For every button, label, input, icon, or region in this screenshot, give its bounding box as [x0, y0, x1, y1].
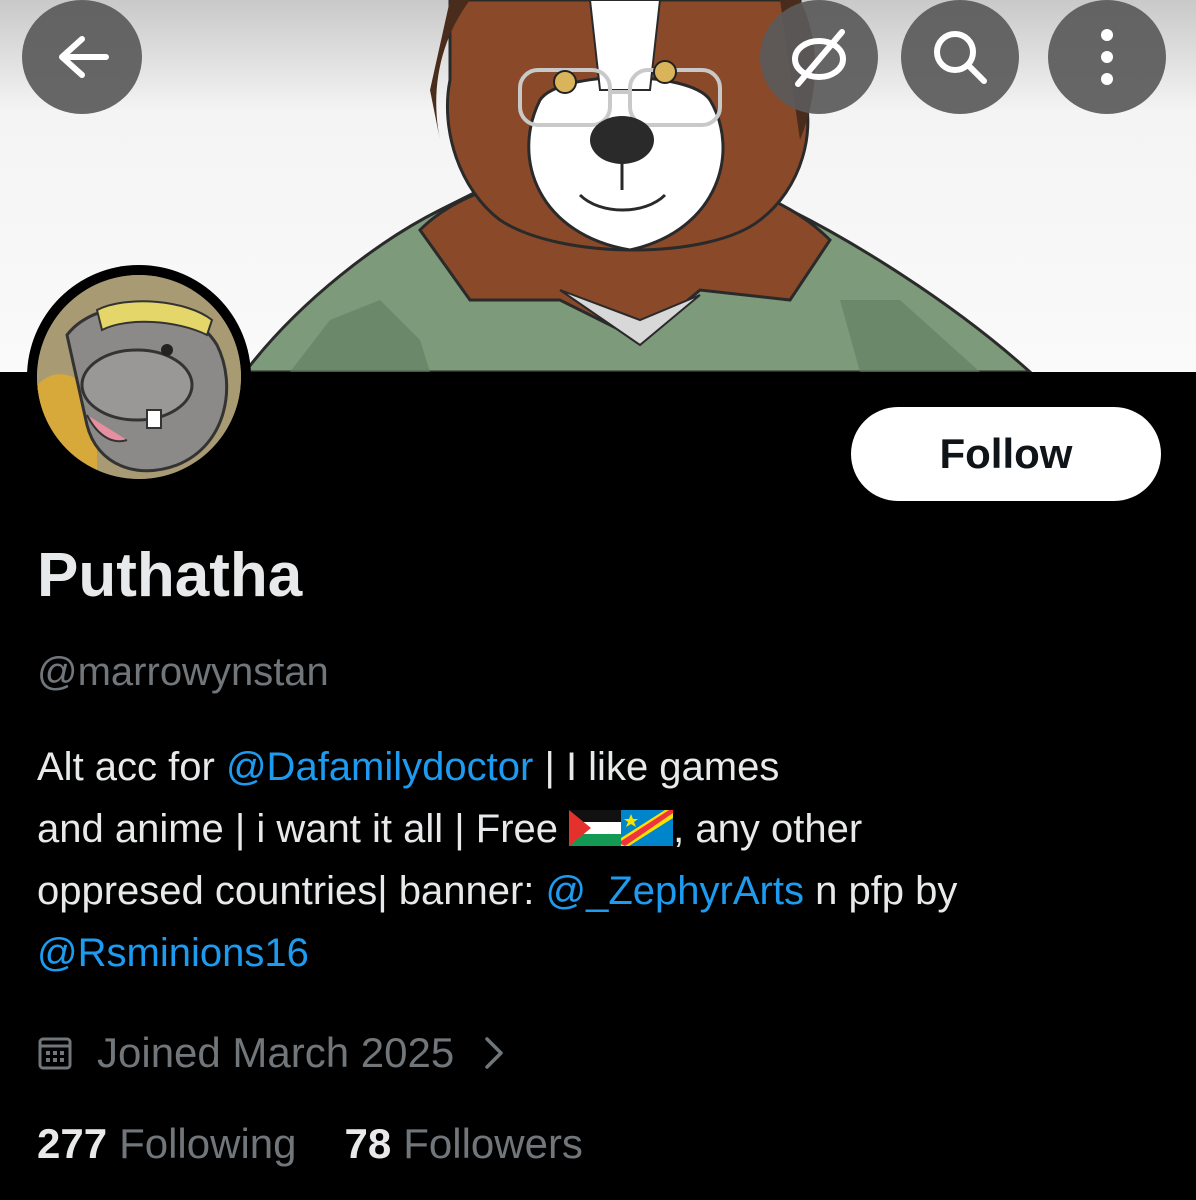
bio-line: oppresed countries| banner: @_ZephyrArts… — [37, 860, 1167, 922]
hide-toggle-button[interactable] — [760, 0, 878, 114]
search-icon — [934, 31, 987, 84]
following-link[interactable]: 277 Following — [37, 1120, 297, 1168]
bio-line: Alt acc for @Dafamilydoctor | I like gam… — [37, 736, 1167, 798]
bio-text: oppresed countries| banner: — [37, 869, 546, 913]
palestine-flag-icon — [569, 810, 622, 846]
followers-link[interactable]: 78 Followers — [345, 1120, 583, 1168]
follow-button[interactable]: Follow — [851, 407, 1161, 501]
bio-line: and anime | i want it all | Free , any o… — [37, 798, 1167, 860]
eye-off-icon — [792, 29, 846, 87]
bio-text: , any other — [673, 807, 863, 851]
following-label: Following — [119, 1120, 297, 1167]
mention-link-rsminions16[interactable]: @Rsminions16 — [37, 931, 309, 975]
bio-text: n pfp by — [803, 869, 958, 913]
bio-line: @Rsminions16 — [37, 922, 1167, 984]
follow-stats: 277 Following 78 Followers — [37, 1120, 583, 1168]
bio-text: and anime | i want it all | Free — [37, 807, 570, 851]
mention-link-zephyrarts[interactable]: @_ZephyrArts — [546, 869, 804, 913]
following-count: 277 — [37, 1120, 108, 1167]
joined-date-row[interactable]: Joined March 2025 — [37, 1025, 504, 1081]
profile-bio: Alt acc for @Dafamilydoctor | I like gam… — [37, 736, 1167, 984]
followers-label: Followers — [403, 1120, 583, 1167]
arrow-left-icon — [59, 36, 109, 78]
calendar-icon — [38, 1037, 72, 1070]
avatar[interactable] — [27, 265, 251, 489]
dr-congo-flag-icon — [621, 810, 674, 846]
search-button[interactable] — [901, 0, 1019, 114]
followers-count: 78 — [344, 1120, 392, 1167]
avatar-image — [37, 275, 241, 479]
display-name: Puthatha — [37, 541, 303, 610]
chevron-right-icon — [485, 1037, 503, 1069]
more-vertical-icon — [1101, 29, 1113, 85]
username-handle: @marrowynstan — [37, 650, 329, 694]
bio-text: | I like games — [533, 745, 780, 789]
bio-text: Alt acc for — [37, 745, 226, 789]
more-options-button[interactable] — [1048, 0, 1166, 114]
back-button[interactable] — [22, 0, 142, 114]
mention-link-dafamilydoctor[interactable]: @Dafamilydoctor — [226, 745, 533, 789]
joined-date-text: Joined March 2025 — [97, 1029, 455, 1076]
